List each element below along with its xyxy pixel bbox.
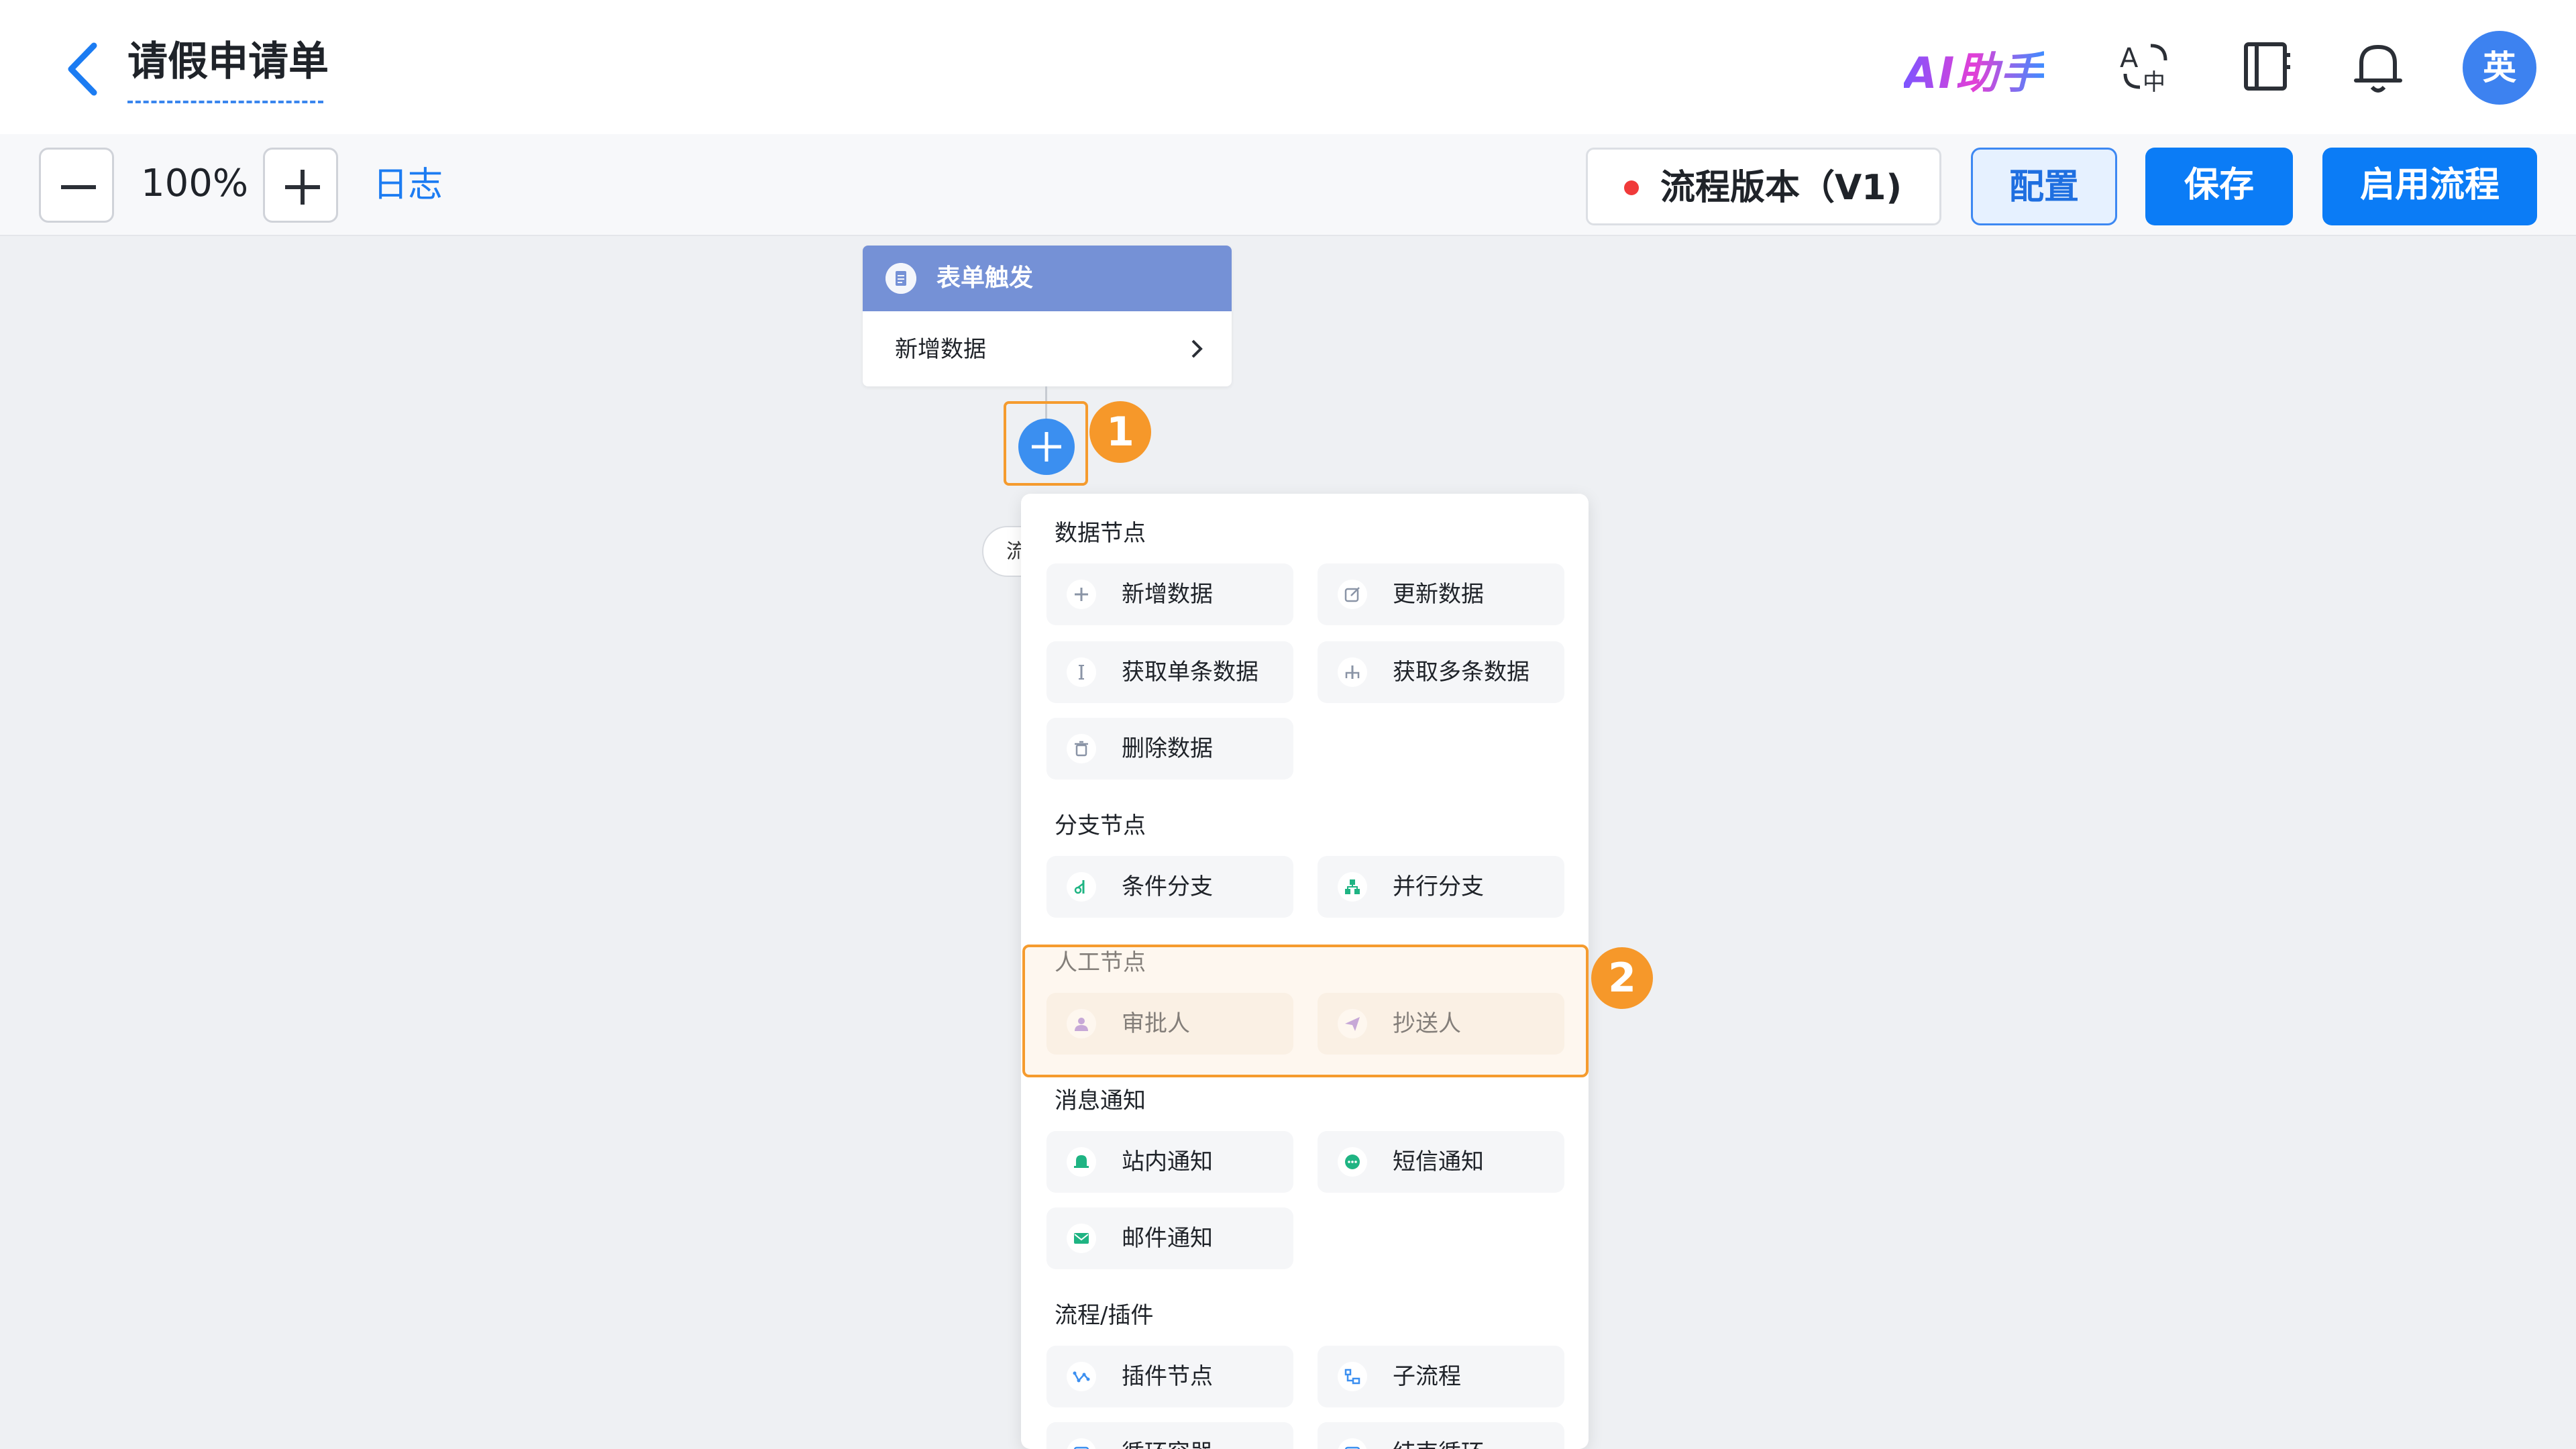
- title-underline: [127, 101, 323, 103]
- canvas-toolbar: 100% 日志 流程版本（V1) 配置 保存 启用流程: [0, 134, 2576, 236]
- subprocess-icon: [1344, 1368, 1360, 1385]
- document-icon: [885, 263, 916, 294]
- minus-icon: [61, 185, 96, 189]
- zoom-level: 100%: [141, 162, 249, 205]
- message-icon: [1345, 1155, 1360, 1169]
- menu-item-email-notice[interactable]: 邮件通知: [1046, 1208, 1293, 1269]
- menu-item-get-multiple-data[interactable]: 获取多条数据: [1318, 641, 1564, 703]
- zoom-out-button[interactable]: [39, 148, 114, 223]
- section-title-process-plugin: 流程/插件: [1055, 1302, 1154, 1329]
- plus-icon: [1075, 588, 1088, 601]
- top-header: 请假申请单 AI助手 A 中 英: [0, 0, 2576, 134]
- menu-item-loop-container[interactable]: 循环容器: [1046, 1422, 1293, 1449]
- back-arrow-icon[interactable]: [59, 39, 106, 99]
- trigger-title: 表单触发: [936, 264, 1034, 292]
- ai-assistant-button[interactable]: AI助手: [1904, 39, 2044, 101]
- edit-icon: [1344, 587, 1360, 602]
- manual-section-highlight: [1022, 945, 1589, 1077]
- log-link[interactable]: 日志: [373, 158, 443, 212]
- menu-item-condition-branch[interactable]: 条件分支: [1046, 856, 1293, 918]
- condition-branch-icon: [1074, 880, 1085, 894]
- step-callout-1: 1: [1089, 401, 1151, 463]
- svg-text:A: A: [2120, 43, 2139, 74]
- version-label: 流程版本（V1): [1660, 168, 1902, 208]
- trash-icon: [1075, 741, 1088, 757]
- plus-icon: [285, 170, 320, 205]
- enable-flow-button[interactable]: 启用流程: [2322, 148, 2537, 225]
- menu-item-sms-notice[interactable]: 短信通知: [1318, 1131, 1564, 1193]
- end-loop-icon: [1344, 1446, 1360, 1449]
- plus-icon: [1032, 432, 1061, 462]
- menu-item-add-data[interactable]: 新增数据: [1046, 564, 1293, 625]
- menu-item-subprocess[interactable]: 子流程: [1318, 1346, 1564, 1407]
- step-callout-2: 2: [1591, 947, 1653, 1009]
- menu-item-end-loop[interactable]: 结束循环: [1318, 1422, 1564, 1449]
- svg-text:中: 中: [2143, 69, 2165, 96]
- section-title-data: 数据节点: [1055, 520, 1146, 547]
- page-title[interactable]: 请假申请单: [127, 34, 329, 90]
- bell-icon[interactable]: [2348, 36, 2408, 97]
- config-button[interactable]: 配置: [1971, 148, 2117, 225]
- menu-item-update-data[interactable]: 更新数据: [1318, 564, 1564, 625]
- translate-icon[interactable]: A 中: [2116, 36, 2176, 97]
- menu-item-delete-data[interactable]: 删除数据: [1046, 718, 1293, 780]
- user-avatar[interactable]: 英: [2463, 31, 2536, 105]
- trigger-action: 新增数据: [895, 336, 986, 363]
- parallel-branch-icon: [1345, 879, 1360, 894]
- form-trigger-node[interactable]: 表单触发 新增数据: [863, 246, 1232, 386]
- version-selector[interactable]: 流程版本（V1): [1586, 148, 1941, 225]
- section-title-notification: 消息通知: [1055, 1087, 1146, 1114]
- menu-item-site-notice[interactable]: 站内通知: [1046, 1131, 1293, 1193]
- save-button[interactable]: 保存: [2145, 148, 2293, 225]
- single-record-icon: [1079, 665, 1084, 680]
- menu-item-plugin-node[interactable]: 插件节点: [1046, 1346, 1293, 1407]
- bell-icon: [1074, 1155, 1089, 1168]
- loop-container-icon: [1073, 1446, 1089, 1449]
- add-node-button[interactable]: [1018, 419, 1075, 475]
- zoom-in-button[interactable]: [263, 148, 338, 223]
- multiple-records-icon: [1345, 665, 1360, 679]
- mail-icon: [1074, 1233, 1089, 1244]
- section-title-branch: 分支节点: [1055, 812, 1146, 839]
- plugin-icon: [1073, 1371, 1090, 1383]
- trigger-header: 表单触发: [863, 246, 1232, 311]
- menu-item-get-single-data[interactable]: 获取单条数据: [1046, 641, 1293, 703]
- notebook-icon[interactable]: [2237, 36, 2297, 97]
- menu-item-parallel-branch[interactable]: 并行分支: [1318, 856, 1564, 918]
- chevron-right-icon: [1191, 339, 1203, 358]
- status-dot: [1624, 180, 1639, 195]
